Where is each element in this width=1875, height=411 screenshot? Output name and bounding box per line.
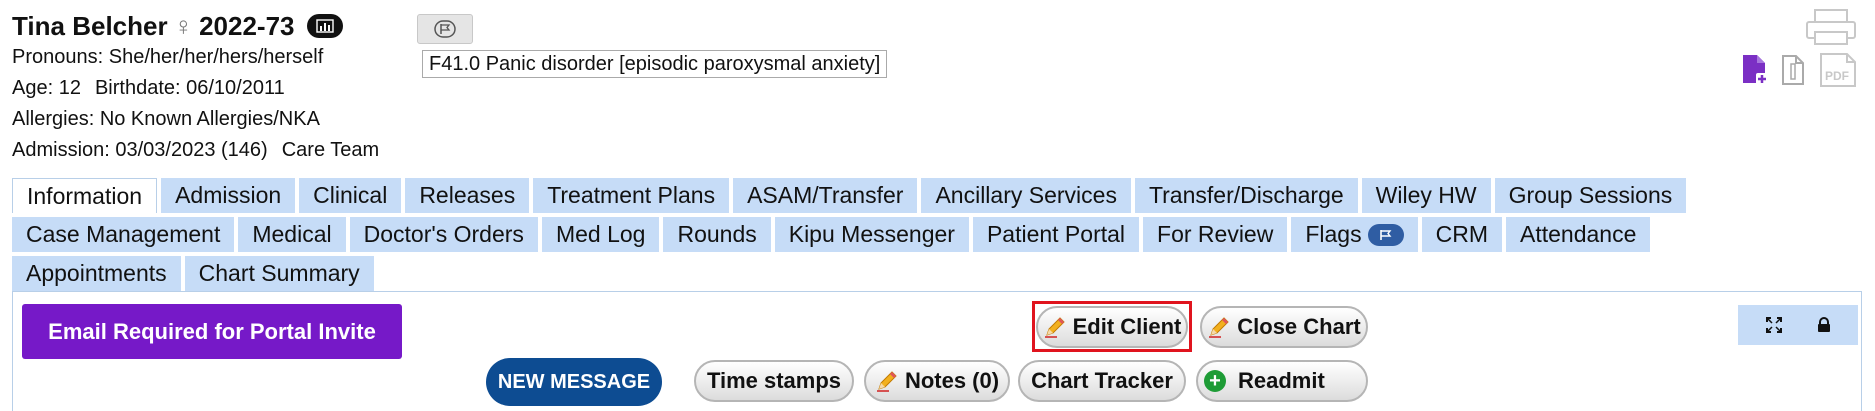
- patient-name: Tina Belcher: [12, 10, 168, 41]
- flag-icon: [1367, 223, 1404, 246]
- lock-icon[interactable]: [1817, 317, 1831, 333]
- notes-button[interactable]: Notes (0): [864, 360, 1010, 402]
- tab-crm[interactable]: CRM: [1421, 217, 1502, 252]
- readmit-label: Readmit: [1238, 368, 1325, 393]
- tab-clinical[interactable]: Clinical: [299, 178, 402, 213]
- tab-asam-transfer[interactable]: ASAM/Transfer: [733, 178, 918, 213]
- tab-flags-label: Flags: [1305, 221, 1362, 247]
- plus-icon: +: [1204, 370, 1226, 392]
- panel-tools: [1738, 305, 1858, 345]
- tab-attendance[interactable]: Attendance: [1505, 217, 1651, 252]
- tab-flags[interactable]: Flags: [1291, 217, 1418, 252]
- tab-information[interactable]: Information: [12, 178, 158, 213]
- pencil-icon: [876, 371, 897, 392]
- pencil-icon: [1209, 317, 1229, 338]
- flag-button[interactable]: [417, 14, 473, 44]
- tab-kipu-messenger[interactable]: Kipu Messenger: [774, 217, 969, 252]
- close-chart-label: Close Chart: [1237, 314, 1361, 339]
- birthdate: Birthdate: 06/10/2011: [94, 77, 285, 99]
- time-stamps-button[interactable]: Time stamps: [694, 360, 854, 402]
- tab-patient-portal[interactable]: Patient Portal: [972, 217, 1140, 252]
- tab-for-review[interactable]: For Review: [1143, 217, 1288, 252]
- tab-med-log[interactable]: Med Log: [541, 217, 660, 252]
- tab-group-sessions[interactable]: Group Sessions: [1494, 178, 1687, 213]
- patient-header: Tina Belcher ♀ 2022-73 Pronouns: She/her…: [12, 10, 379, 166]
- close-chart-button[interactable]: Close Chart: [1200, 306, 1368, 348]
- tab-row-1: Information Admission Clinical Releases …: [12, 178, 1862, 213]
- diagnosis: F41.0 Panic disorder [episodic paroxysma…: [422, 50, 888, 78]
- chart-stats-icon[interactable]: [306, 14, 343, 38]
- tab-transfer-discharge[interactable]: Transfer/Discharge: [1134, 178, 1358, 213]
- tab-row-2: Case Management Medical Doctor's Orders …: [12, 217, 1862, 252]
- tab-rounds[interactable]: Rounds: [663, 217, 771, 252]
- email-required-button[interactable]: Email Required for Portal Invite: [22, 304, 402, 359]
- chart-tracker-button[interactable]: Chart Tracker: [1018, 360, 1186, 402]
- tab-admission[interactable]: Admission: [161, 178, 296, 213]
- patient-name-line: Tina Belcher ♀ 2022-73: [12, 10, 379, 42]
- tab-chart-summary[interactable]: Chart Summary: [184, 256, 374, 291]
- patient-id: 2022-73: [199, 10, 295, 41]
- document-icon[interactable]: [1781, 54, 1805, 86]
- readmit-button[interactable]: + Readmit: [1196, 360, 1368, 402]
- age-birthdate: Age: 12 Birthdate: 06/10/2011: [12, 73, 379, 104]
- tab-case-management[interactable]: Case Management: [12, 217, 235, 252]
- tab-ancillary-services[interactable]: Ancillary Services: [921, 178, 1131, 213]
- tab-medical[interactable]: Medical: [238, 217, 346, 252]
- document-tools: PDF: [1741, 52, 1859, 88]
- admission: Admission: 03/03/2023 (146): [12, 139, 268, 161]
- flag-icon: [434, 20, 456, 38]
- tab-row-3: Appointments Chart Summary: [12, 256, 1862, 291]
- tab-releases[interactable]: Releases: [405, 178, 530, 213]
- notes-label: Notes (0): [904, 368, 1000, 393]
- add-document-icon[interactable]: [1741, 53, 1769, 87]
- svg-text:PDF: PDF: [1825, 69, 1849, 83]
- tab-treatment-plans[interactable]: Treatment Plans: [533, 178, 730, 213]
- tab-doctors-orders[interactable]: Doctor's Orders: [349, 217, 538, 252]
- printer-icon[interactable]: [1805, 8, 1857, 46]
- tab-wiley-hw[interactable]: Wiley HW: [1361, 178, 1491, 213]
- highlight-box: [1032, 301, 1192, 352]
- pdf-icon[interactable]: PDF: [1817, 52, 1859, 88]
- admission-line: Admission: 03/03/2023 (146) Care Team: [12, 135, 379, 166]
- tab-appointments[interactable]: Appointments: [12, 256, 181, 291]
- chart-tabs: Information Admission Clinical Releases …: [12, 178, 1862, 295]
- expand-icon[interactable]: [1765, 317, 1782, 333]
- care-team-link[interactable]: Care Team: [282, 139, 379, 161]
- pronouns: Pronouns: She/her/her/hers/herself: [12, 46, 324, 68]
- female-icon: ♀: [173, 10, 194, 41]
- age: Age: 12: [12, 77, 81, 99]
- allergies: Allergies: No Known Allergies/NKA: [12, 108, 320, 130]
- new-message-button[interactable]: NEW MESSAGE: [486, 358, 662, 406]
